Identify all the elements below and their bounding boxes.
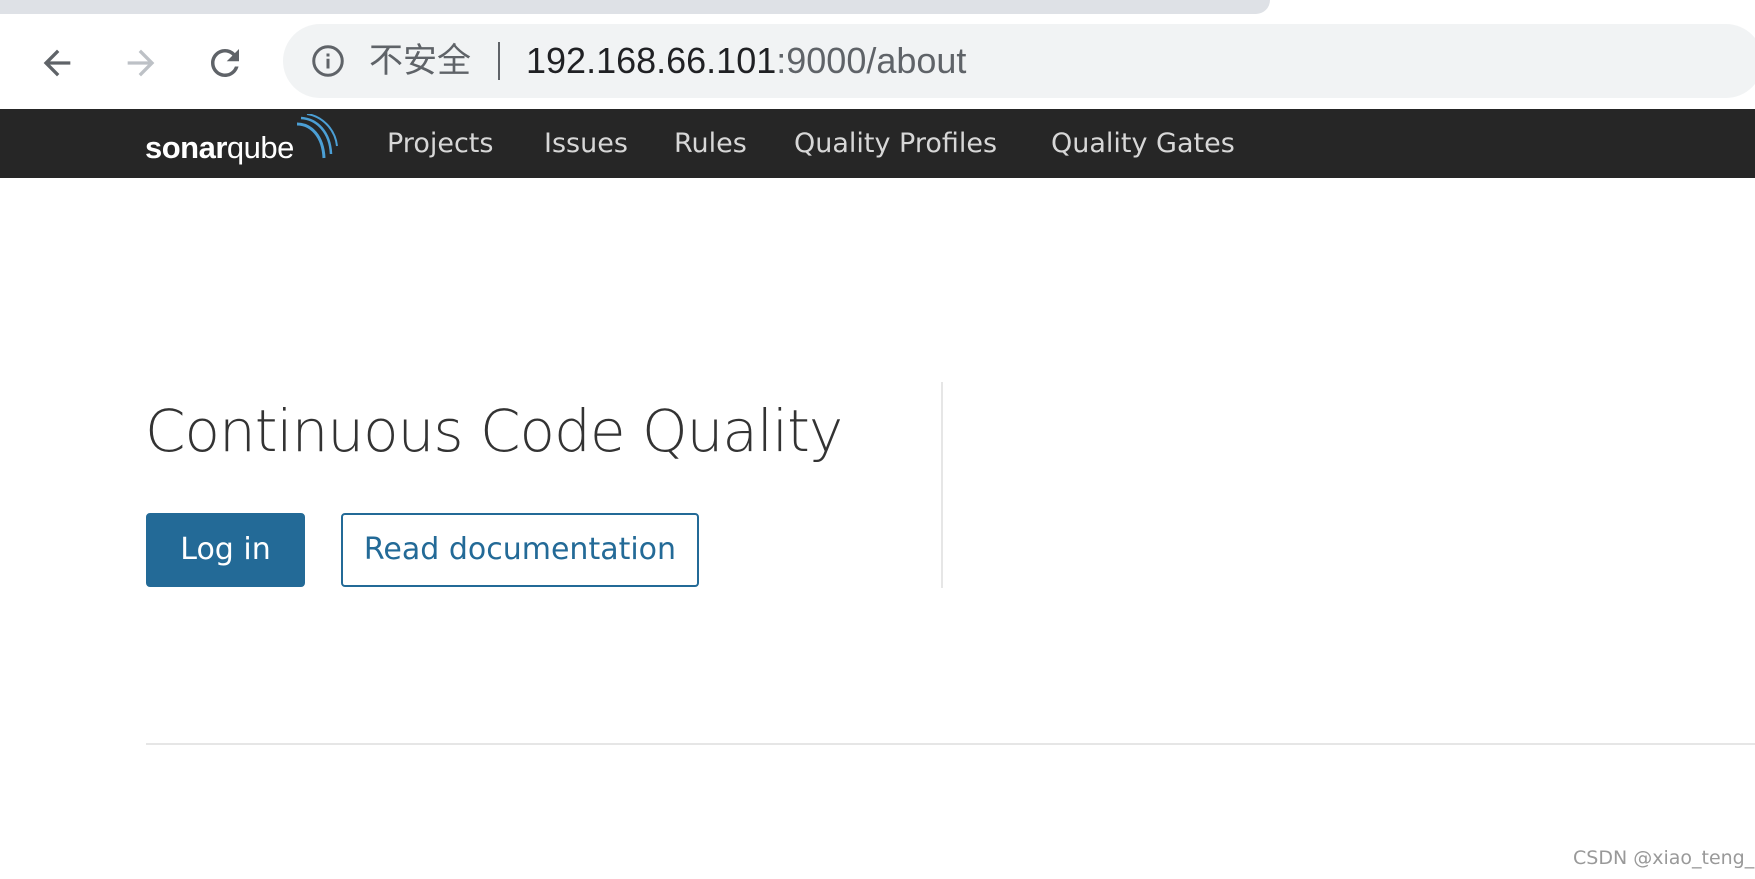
read-documentation-button[interactable]: Read documentation: [341, 513, 699, 587]
url-divider: [498, 42, 500, 80]
watermark: CSDN @xiao_teng_: [1573, 847, 1755, 869]
nav-quality-profiles[interactable]: Quality Profiles: [794, 109, 997, 178]
vertical-divider: [941, 382, 943, 588]
active-tab[interactable]: [0, 0, 1270, 14]
url-host: 192.168.66.101: [526, 40, 777, 81]
browser-toolbar: 不安全 192.168.66.101:9000/about: [0, 16, 1755, 109]
address-bar[interactable]: 不安全 192.168.66.101:9000/about: [283, 24, 1755, 98]
login-button[interactable]: Log in: [146, 513, 305, 587]
nav-rules[interactable]: Rules: [674, 109, 747, 178]
reload-icon: [211, 49, 239, 77]
reload-button[interactable]: [200, 38, 250, 88]
info-icon[interactable]: [310, 43, 346, 79]
url-text[interactable]: 192.168.66.101:9000/about: [526, 38, 966, 84]
back-button[interactable]: [32, 38, 82, 88]
sonar-waves-icon: [296, 114, 338, 159]
arrow-right-icon: [127, 49, 155, 77]
nav-quality-gates[interactable]: Quality Gates: [1051, 109, 1235, 178]
security-label[interactable]: 不安全: [369, 38, 471, 84]
horizontal-divider: [146, 743, 1755, 745]
logo-text-bold: sonar: [145, 130, 227, 165]
url-path: :9000/about: [776, 40, 967, 81]
nav-projects[interactable]: Projects: [387, 109, 493, 178]
logo-text: sonarqube: [145, 130, 294, 166]
global-navbar: sonarqube Projects Issues Rules Quality …: [0, 109, 1755, 178]
nav-issues[interactable]: Issues: [544, 109, 628, 178]
arrow-left-icon: [43, 49, 71, 77]
forward-button[interactable]: [116, 38, 166, 88]
logo-text-light: qube: [226, 130, 294, 165]
sonarqube-logo[interactable]: sonarqube: [145, 114, 345, 170]
page-title: Continuous Code Quality: [145, 397, 843, 465]
browser-tab-strip: [0, 0, 1755, 16]
